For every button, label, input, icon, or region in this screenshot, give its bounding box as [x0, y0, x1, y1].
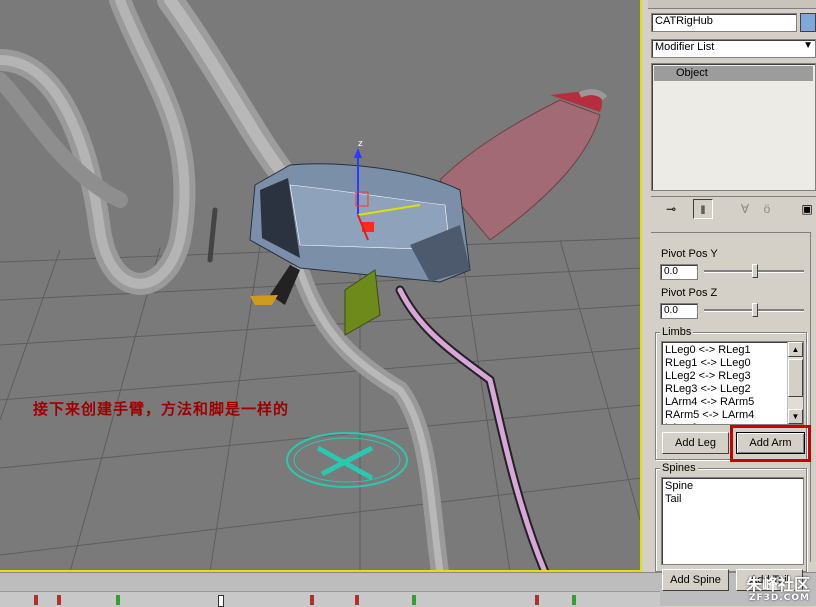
modifier-list-label: Modifier List: [655, 41, 715, 53]
watermark-url: ZF3D.COM: [748, 593, 810, 603]
mantis-head: [439, 89, 608, 241]
modifier-stack[interactable]: Object: [651, 63, 816, 191]
limbs-list[interactable]: LLeg0 <-> RLeg1 RLeg1 <-> LLeg0 LLeg2 <-> …: [661, 341, 804, 425]
spine-list-item[interactable]: Tail: [662, 493, 803, 506]
pivot-pos-z-label: Pivot Pos Z: [661, 287, 718, 299]
pin-stack-icon[interactable]: ⊸: [661, 199, 681, 219]
limb-list-item[interactable]: RLeg3 <-> LLeg2: [662, 383, 788, 396]
add-arm-button[interactable]: Add Arm: [736, 432, 805, 454]
limb-list-item[interactable]: RArm5 <-> LArm4: [662, 409, 788, 422]
spines-list[interactable]: Spine Tail: [661, 477, 804, 565]
limb-list-item[interactable]: LArm4 <-> RArm5: [662, 396, 788, 409]
keyframe-marker[interactable]: [572, 595, 576, 605]
spine-list-item[interactable]: Spine: [662, 480, 803, 493]
chevron-down-icon: ▼: [803, 40, 813, 51]
add-spine-button[interactable]: Add Spine: [662, 569, 729, 591]
object-name-field[interactable]: CATRigHub: [651, 13, 797, 32]
pivot-pos-y-slider-thumb[interactable]: [752, 264, 758, 278]
panel-scrollbar[interactable]: [810, 232, 816, 562]
keyframe-marker[interactable]: [310, 595, 314, 605]
remove-modifier-icon[interactable]: ö: [757, 199, 777, 219]
viewport-scene: z: [0, 0, 640, 570]
catrig-circle-icon: [286, 432, 408, 488]
limbs-list-scrollbar[interactable]: ▲ ▼: [787, 342, 803, 424]
site-watermark: 朱峰社区 ZF3D.COM: [746, 576, 810, 603]
spines-list-items: Spine Tail: [662, 478, 803, 506]
rollout-separator: [651, 232, 811, 233]
tutorial-annotation: 接下来创建手臂，方法和脚是一样的: [33, 400, 290, 418]
keyframe-marker[interactable]: [535, 595, 539, 605]
catrig-hub-body: [249, 163, 471, 283]
modifier-list-dropdown[interactable]: Modifier List ▼: [651, 39, 816, 58]
stack-toolbar: ⊸ ‖ ∀ ö ▣: [651, 196, 816, 221]
limbs-list-items: LLeg0 <-> RLeg1 RLeg1 <-> LLeg0 LLeg2 <-> …: [662, 344, 788, 424]
keyframe-marker[interactable]: [355, 595, 359, 605]
keyframe-marker[interactable]: [34, 595, 38, 605]
scroll-down-icon[interactable]: ▼: [788, 409, 803, 424]
keyframe-marker[interactable]: [218, 595, 224, 607]
keyframe-marker[interactable]: [412, 595, 416, 605]
stack-item-object[interactable]: Object: [654, 66, 813, 81]
pivot-pos-y-input[interactable]: 0.0: [660, 264, 698, 280]
object-color-swatch[interactable]: [800, 13, 816, 32]
scroll-up-icon[interactable]: ▲: [788, 342, 803, 357]
keyframe-marker[interactable]: [57, 595, 61, 605]
command-panel: CATRigHub Modifier List ▼ Object ⊸ ‖ ∀ ö…: [642, 0, 816, 572]
limb-list-item[interactable]: RLeg1 <-> LLeg0: [662, 357, 788, 370]
pivot-pos-z-slider-thumb[interactable]: [752, 303, 758, 317]
configure-sets-icon[interactable]: ▣: [797, 199, 816, 219]
limbs-group-label: Limbs: [660, 326, 694, 338]
spines-group-label: Spines: [660, 462, 698, 474]
panel-tab-strip: [648, 0, 816, 9]
gizmo-axis-label: z: [358, 139, 363, 149]
limb-list-item[interactable]: LLeg2 <-> RLeg3: [662, 370, 788, 383]
add-leg-button[interactable]: Add Leg: [662, 432, 729, 454]
watermark-brand: 朱峰社区: [745, 575, 810, 594]
limbs-scroll-thumb[interactable]: [788, 359, 803, 397]
pivot-pos-z-input[interactable]: 0.0: [660, 303, 698, 319]
make-unique-icon[interactable]: ∀: [735, 199, 755, 219]
limb-list-item[interactable]: LLeg0 <-> RLeg1: [662, 344, 788, 357]
pivot-pos-y-label: Pivot Pos Y: [661, 248, 718, 260]
perspective-viewport[interactable]: z 接下来创建手臂，方法和脚是一样的: [0, 0, 642, 572]
show-end-result-icon[interactable]: ‖: [693, 199, 713, 219]
keyframe-marker[interactable]: [116, 595, 120, 605]
